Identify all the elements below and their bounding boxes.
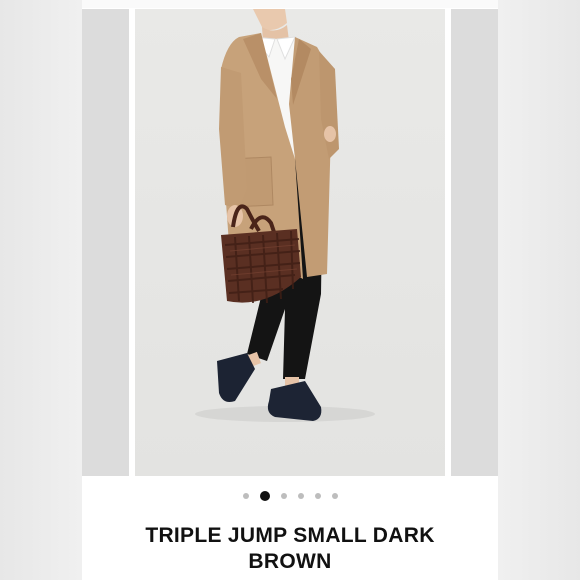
carousel-dot[interactable]: [297, 493, 304, 499]
product-page: TRIPLE JUMP SMALL DARK BROWN: [82, 0, 498, 580]
carousel-pagination: [82, 491, 498, 501]
carousel-dot[interactable]: [314, 493, 321, 499]
next-slide-peek[interactable]: [451, 9, 498, 476]
previous-slide-peek[interactable]: [82, 9, 129, 476]
carousel-dot[interactable]: [280, 493, 287, 499]
top-strip: [82, 0, 498, 8]
left-frame: [0, 0, 82, 580]
carousel-dot-active[interactable]: [259, 491, 270, 501]
product-title: TRIPLE JUMP SMALL DARK BROWN: [145, 524, 435, 573]
right-frame: [498, 0, 580, 580]
product-image-slide[interactable]: [135, 9, 445, 476]
product-photo: [195, 9, 375, 422]
carousel-dot[interactable]: [242, 493, 249, 499]
carousel-dot[interactable]: [331, 493, 338, 499]
